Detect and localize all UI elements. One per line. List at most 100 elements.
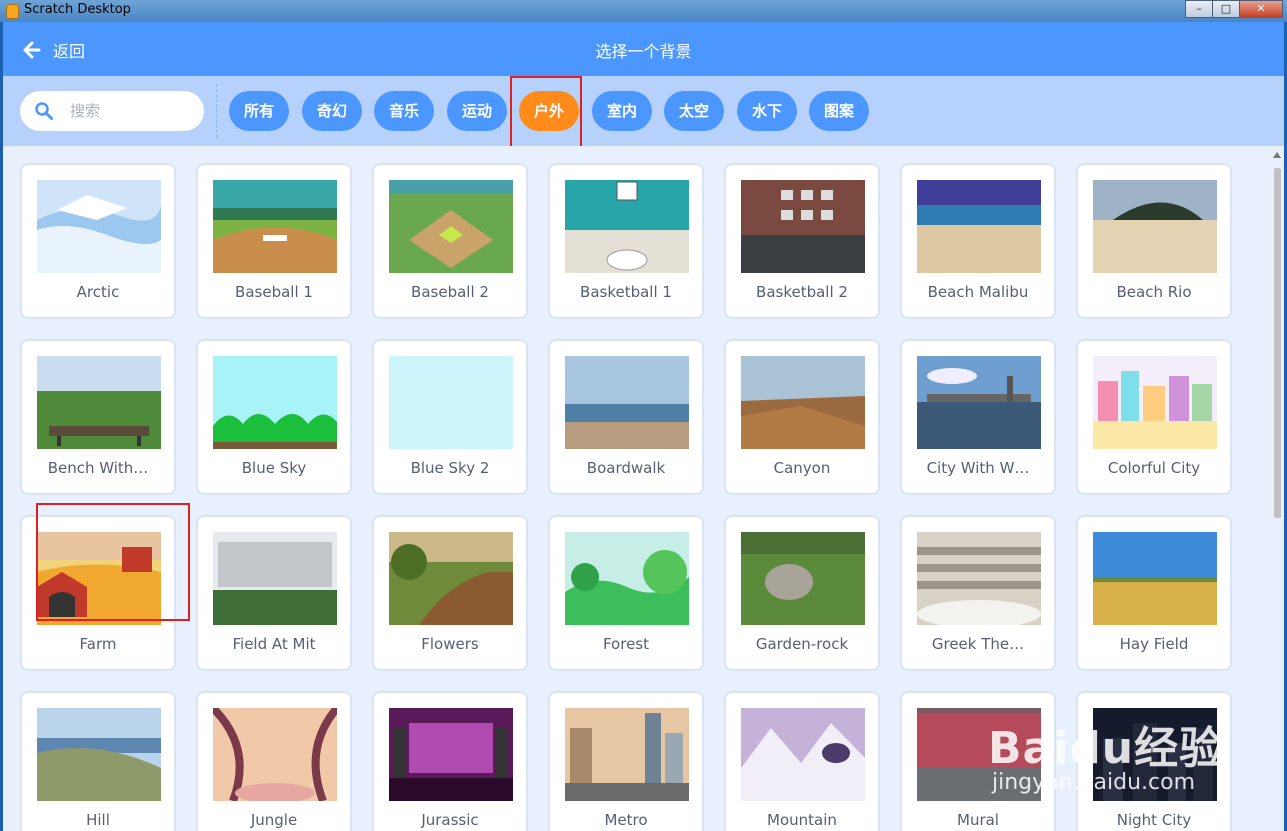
backdrop-thumbnail xyxy=(213,532,337,625)
search-box[interactable] xyxy=(20,91,204,131)
backdrop-name: Beach Malibu xyxy=(927,283,1029,301)
backdrop-card[interactable]: Greek The… xyxy=(900,515,1056,671)
backdrop-name: Hay Field xyxy=(1119,635,1189,653)
backdrop-name: Blue Sky 2 xyxy=(410,459,490,477)
backdrop-card[interactable]: Beach Malibu xyxy=(900,163,1056,319)
annotation-box-outdoors xyxy=(510,76,582,152)
backdrop-name: Mountain xyxy=(767,811,837,829)
backdrop-thumbnail xyxy=(741,180,865,273)
backdrop-thumbnail xyxy=(213,180,337,273)
backdrop-name: Garden-rock xyxy=(755,635,849,653)
backdrop-name: Canyon xyxy=(773,459,831,477)
backdrop-card[interactable]: Colorful City xyxy=(1076,339,1232,495)
backdrop-thumbnail xyxy=(741,708,865,801)
backdrop-thumbnail xyxy=(37,708,161,801)
backdrop-card[interactable]: Boardwalk xyxy=(548,339,704,495)
backdrop-card[interactable]: City With W… xyxy=(900,339,1056,495)
backdrop-name: Blue Sky xyxy=(241,459,307,477)
backdrop-card[interactable]: Hay Field xyxy=(1076,515,1232,671)
backdrop-thumbnail xyxy=(565,708,689,801)
backdrop-name: Greek The… xyxy=(931,635,1025,653)
backdrop-card[interactable]: Blue Sky 2 xyxy=(372,339,528,495)
tag-space[interactable]: 太空 xyxy=(664,91,724,131)
scroll-up-arrow-icon[interactable] xyxy=(1273,152,1281,158)
backdrop-thumbnail xyxy=(565,532,689,625)
backdrop-card[interactable]: Jurassic xyxy=(372,691,528,831)
backdrop-thumbnail xyxy=(565,180,689,273)
backdrop-card[interactable]: Beach Rio xyxy=(1076,163,1232,319)
tag-sports[interactable]: 运动 xyxy=(447,91,507,131)
backdrop-card[interactable]: Field At Mit xyxy=(196,515,352,671)
backdrop-name: Field At Mit xyxy=(232,635,316,653)
close-button[interactable]: ✕ xyxy=(1239,0,1283,18)
minimize-button[interactable]: – xyxy=(1185,0,1213,18)
backdrop-card[interactable]: Garden-rock xyxy=(724,515,880,671)
backdrop-thumbnail xyxy=(1093,532,1217,625)
watermark-brand: Baidu经验 xyxy=(988,723,1225,774)
backdrop-card[interactable]: Hill xyxy=(20,691,176,831)
backdrop-name: Forest xyxy=(602,635,650,653)
backdrop-thumbnail xyxy=(389,708,513,801)
backdrop-card[interactable]: Basketball 1 xyxy=(548,163,704,319)
backdrop-name: City With W… xyxy=(926,459,1030,477)
search-input[interactable] xyxy=(68,99,192,123)
backdrop-name: Boardwalk xyxy=(586,459,666,477)
annotation-box-farm xyxy=(36,503,190,621)
backdrop-thumbnail xyxy=(1093,356,1217,449)
backdrop-name: Hill xyxy=(86,811,110,829)
backdrop-card[interactable]: Mountain xyxy=(724,691,880,831)
backdrop-thumbnail xyxy=(917,532,1041,625)
backdrop-thumbnail xyxy=(389,532,513,625)
backdrop-name: Jungle xyxy=(250,811,298,829)
backdrop-name: Bench With… xyxy=(47,459,149,477)
backdrop-card[interactable]: Baseball 2 xyxy=(372,163,528,319)
backdrop-name: Flowers xyxy=(421,635,479,653)
backdrop-thumbnail xyxy=(917,356,1041,449)
backdrop-card[interactable]: Baseball 1 xyxy=(196,163,352,319)
backdrop-name: Baseball 1 xyxy=(235,283,313,301)
vertical-scrollbar[interactable] xyxy=(1272,152,1282,831)
backdrop-thumbnail xyxy=(37,356,161,449)
backdrop-name: Mural xyxy=(957,811,999,829)
baidu-watermark: Baidu经验 jingyan.baidu.com xyxy=(988,712,1224,795)
backdrop-name: Basketball 2 xyxy=(756,283,848,301)
tag-all[interactable]: 所有 xyxy=(229,91,289,131)
backdrop-name: Jurassic xyxy=(421,811,479,829)
backdrop-name: Colorful City xyxy=(1107,459,1201,477)
tag-fantasy[interactable]: 奇幻 xyxy=(302,91,362,131)
backdrop-card[interactable]: Arctic xyxy=(20,163,176,319)
window-titlebar: Scratch Desktop – □ ✕ xyxy=(0,0,1287,22)
backdrop-card[interactable]: Bench With… xyxy=(20,339,176,495)
window-controls: – □ ✕ xyxy=(1185,0,1283,18)
maximize-button[interactable]: □ xyxy=(1212,0,1240,18)
backdrop-card[interactable]: Basketball 2 xyxy=(724,163,880,319)
backdrop-name: Arctic xyxy=(76,283,120,301)
search-icon xyxy=(35,102,53,120)
backdrop-card[interactable]: Blue Sky xyxy=(196,339,352,495)
scroll-thumb[interactable] xyxy=(1274,168,1281,518)
backdrop-card[interactable]: Forest xyxy=(548,515,704,671)
backdrop-grid: Arctic Baseball 1 Baseball 2 Basketball … xyxy=(3,146,1284,831)
tag-indoors[interactable]: 室内 xyxy=(592,91,652,131)
scratch-app-icon xyxy=(6,4,19,19)
backdrop-card[interactable]: Metro xyxy=(548,691,704,831)
backdrop-thumbnail xyxy=(37,180,161,273)
tag-patterns[interactable]: 图案 xyxy=(809,91,869,131)
backdrop-thumbnail xyxy=(917,180,1041,273)
backdrop-card[interactable]: Jungle xyxy=(196,691,352,831)
backdrop-thumbnail xyxy=(389,180,513,273)
backdrop-thumbnail xyxy=(741,532,865,625)
backdrop-thumbnail xyxy=(1093,180,1217,273)
backdrop-thumbnail xyxy=(213,356,337,449)
backdrop-name: Basketball 1 xyxy=(580,283,672,301)
window-title: Scratch Desktop xyxy=(24,2,131,17)
backdrop-name: Baseball 2 xyxy=(411,283,489,301)
library-header: 返回 选择一个背景 xyxy=(3,22,1284,76)
divider xyxy=(216,84,217,138)
tag-music[interactable]: 音乐 xyxy=(374,91,434,131)
filter-bar: 所有 奇幻 音乐 运动 户外 室内 太空 水下 图案 xyxy=(3,76,1284,152)
backdrop-name: Night City xyxy=(1116,811,1192,829)
tag-underwater[interactable]: 水下 xyxy=(737,91,797,131)
backdrop-card[interactable]: Canyon xyxy=(724,339,880,495)
backdrop-card[interactable]: Flowers xyxy=(372,515,528,671)
